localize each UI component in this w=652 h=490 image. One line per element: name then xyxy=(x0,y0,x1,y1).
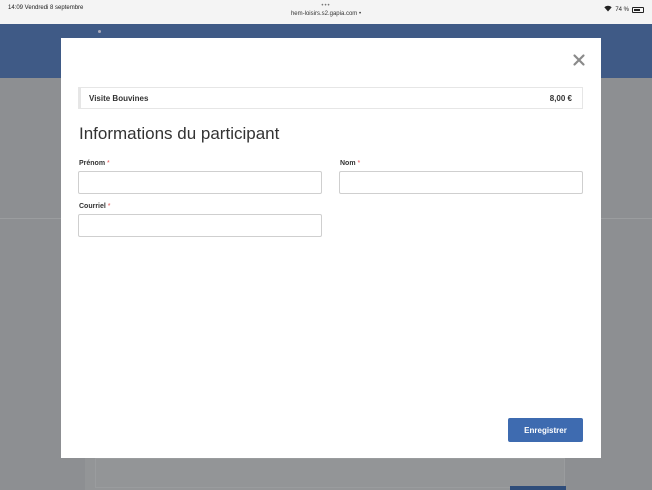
wifi-icon xyxy=(604,5,613,14)
required-mark: * xyxy=(357,160,361,167)
status-bar: 14:09 Vendredi 8 septembre ••• hem-loisi… xyxy=(0,0,652,24)
product-name: Visite Bouvines xyxy=(89,94,149,103)
required-mark: * xyxy=(107,160,110,167)
background-button xyxy=(510,486,566,490)
battery-percent: 74 % xyxy=(615,6,629,13)
battery-icon xyxy=(632,6,644,13)
product-price: 8,00 € xyxy=(549,94,572,103)
address-bar[interactable]: ••• hem-loisirs.s2.gapia.com • xyxy=(0,2,652,18)
save-button[interactable]: Enregistrer xyxy=(508,418,583,442)
prenom-field[interactable] xyxy=(78,171,322,194)
courriel-field[interactable] xyxy=(78,214,322,237)
nom-label: Nom * xyxy=(340,160,360,167)
required-mark: * xyxy=(107,203,111,210)
prenom-label-text: Prénom xyxy=(79,160,106,167)
nom-label-text: Nom xyxy=(340,160,356,167)
background-panel xyxy=(95,458,565,488)
prenom-label: Prénom * xyxy=(79,160,110,167)
participant-modal: Visite Bouvines 8,00 € Informations du p… xyxy=(61,38,601,458)
nom-field[interactable] xyxy=(339,171,583,194)
close-icon[interactable] xyxy=(571,52,587,68)
section-title: Informations du participant xyxy=(79,124,280,143)
background-dot xyxy=(98,30,101,33)
url-text[interactable]: hem-loisirs.s2.gapia.com • xyxy=(0,10,652,18)
status-indicators: 74 % xyxy=(604,5,644,14)
product-summary: Visite Bouvines 8,00 € xyxy=(78,87,583,109)
courriel-label-text: Courriel xyxy=(79,203,106,210)
courriel-label: Courriel * xyxy=(79,203,111,210)
tab-dots[interactable]: ••• xyxy=(0,2,652,10)
